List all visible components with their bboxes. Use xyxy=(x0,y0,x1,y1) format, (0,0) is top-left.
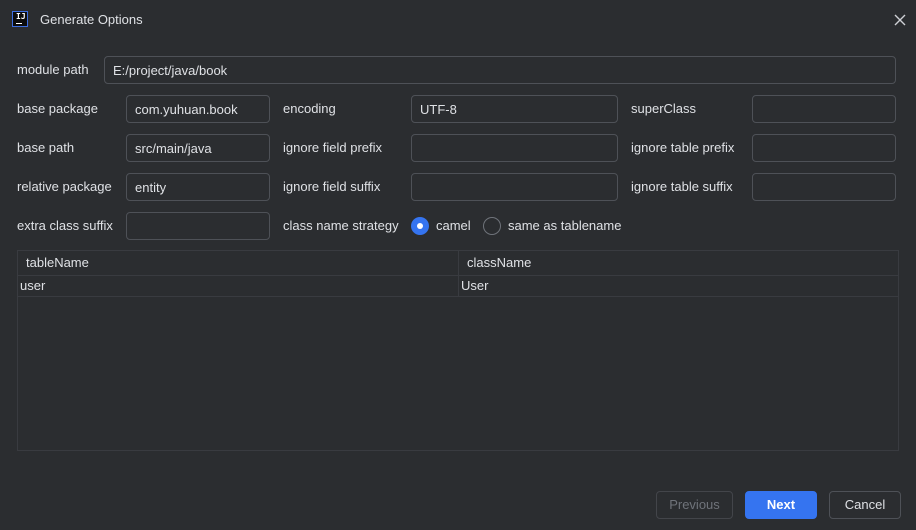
intellij-logo-icon: IJ xyxy=(12,11,28,27)
superclass-input[interactable] xyxy=(752,95,896,123)
base-path-label: base path xyxy=(17,140,75,155)
mapping-table: tableName className user User xyxy=(17,250,899,451)
superclass-label: superClass xyxy=(631,101,697,116)
row-divider xyxy=(18,296,898,297)
module-path-input[interactable] xyxy=(104,56,896,84)
relative-package-label: relative package xyxy=(17,179,112,194)
extra-class-suffix-input[interactable] xyxy=(126,212,270,240)
encoding-label: encoding xyxy=(283,101,336,116)
table-cell-tablename[interactable]: user xyxy=(20,276,45,296)
close-icon[interactable] xyxy=(892,12,908,28)
window-title: Generate Options xyxy=(40,12,143,27)
base-path-input[interactable] xyxy=(126,134,270,162)
base-package-label: base package xyxy=(17,101,98,116)
base-package-input[interactable] xyxy=(126,95,270,123)
cancel-button[interactable]: Cancel xyxy=(829,491,901,519)
camel-radio[interactable] xyxy=(411,217,429,235)
next-button[interactable]: Next xyxy=(745,491,817,519)
module-path-label: module path xyxy=(17,62,89,77)
same-as-tablename-radio[interactable] xyxy=(483,217,501,235)
relative-package-input[interactable] xyxy=(126,173,270,201)
same-as-tablename-radio-label[interactable]: same as tablename xyxy=(508,218,621,234)
table-cell-classname[interactable]: User xyxy=(461,276,488,296)
ignore-field-prefix-input[interactable] xyxy=(411,134,618,162)
column-header-classname[interactable]: className xyxy=(459,251,898,275)
title-bar: IJ Generate Options xyxy=(0,0,916,40)
ignore-table-suffix-label: ignore table suffix xyxy=(631,179,733,194)
class-name-strategy-label: class name strategy xyxy=(283,218,399,233)
ignore-table-prefix-label: ignore table prefix xyxy=(631,140,735,155)
table-row[interactable]: user User xyxy=(18,276,898,296)
column-header-tablename[interactable]: tableName xyxy=(18,251,458,275)
ignore-field-suffix-input[interactable] xyxy=(411,173,618,201)
ignore-table-suffix-input[interactable] xyxy=(752,173,896,201)
ignore-field-suffix-label: ignore field suffix xyxy=(283,179,381,194)
extra-class-suffix-label: extra class suffix xyxy=(17,218,113,233)
ignore-field-prefix-label: ignore field prefix xyxy=(283,140,382,155)
previous-button[interactable]: Previous xyxy=(656,491,733,519)
camel-radio-label[interactable]: camel xyxy=(436,218,471,234)
encoding-input[interactable] xyxy=(411,95,618,123)
ignore-table-prefix-input[interactable] xyxy=(752,134,896,162)
